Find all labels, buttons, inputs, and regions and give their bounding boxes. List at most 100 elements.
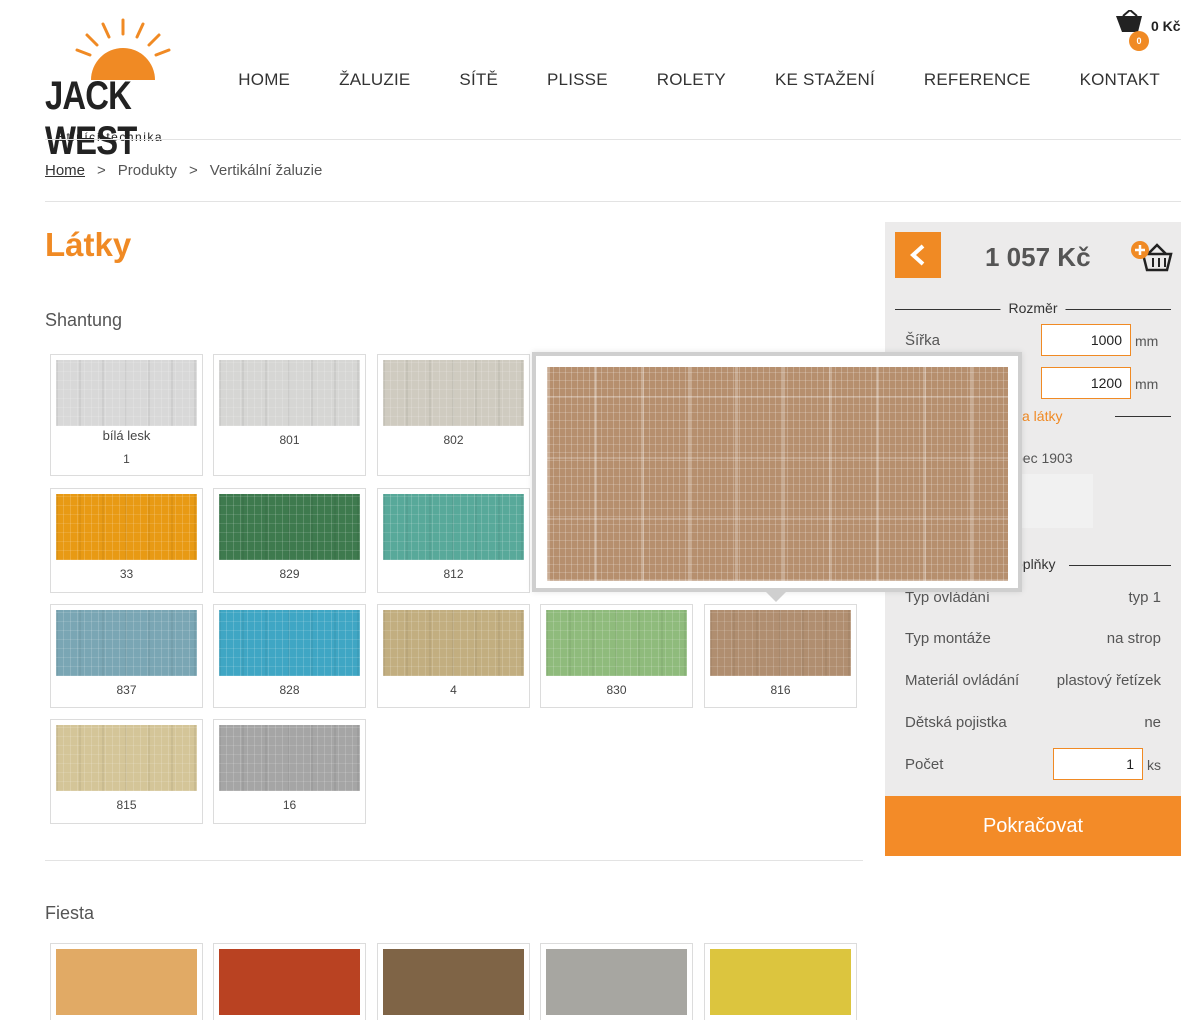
fabric-swatch-code: 837: [116, 683, 137, 697]
fabric-section-label: va látky: [1015, 408, 1063, 424]
fabric-swatch-name: bílá lesk: [102, 428, 151, 443]
nav-kontakt[interactable]: KONTAKT: [1080, 70, 1160, 90]
fabric-swatch[interactable]: [540, 943, 693, 1020]
fabric-swatch-image: [219, 494, 360, 560]
sun-icon: [75, 18, 171, 80]
header-cart[interactable]: 0 0 Kč: [1114, 10, 1184, 51]
selected-fabric-name: pec 1903: [1015, 450, 1073, 466]
unit-mm: mm: [1135, 333, 1159, 349]
breadcrumb: Home > Produkty > Vertikální žaluzie: [45, 162, 334, 179]
cart-total: 0 Kč: [1151, 18, 1181, 34]
fabric-swatch-image: [56, 494, 197, 560]
nav-site[interactable]: SÍTĚ: [459, 70, 498, 90]
section-divider-latka: [1115, 416, 1171, 417]
add-to-cart-icon[interactable]: [1131, 240, 1173, 274]
unit-mm: mm: [1135, 376, 1159, 392]
fabric-swatch[interactable]: [50, 943, 203, 1020]
detska-pojistka-value[interactable]: ne: [1144, 714, 1161, 731]
typ-montaze-label: Typ montáže: [905, 630, 991, 647]
typ-montaze-value[interactable]: na strop: [1107, 630, 1161, 647]
price: 1 057 Kč: [985, 242, 1091, 272]
fabric-swatch[interactable]: [377, 943, 530, 1020]
fabric-swatch[interactable]: [213, 943, 366, 1020]
continue-button[interactable]: Pokračovat: [885, 796, 1181, 856]
material-ovladani-value[interactable]: plastový řetízek: [1057, 672, 1161, 689]
logo-subtitle: Stínící technika: [57, 130, 164, 144]
nav-ke-stazeni[interactable]: KE STAŽENÍ: [775, 70, 875, 90]
fabric-swatch-code: 812: [443, 567, 464, 581]
fabric-swatch[interactable]: 812: [377, 488, 530, 593]
fabric-swatch[interactable]: 801: [213, 354, 366, 476]
fabric-swatch-code: 828: [279, 683, 300, 697]
sirka-input[interactable]: [1041, 324, 1131, 356]
fabric-swatch-image: [546, 949, 687, 1015]
fabric-swatch-image: [56, 610, 197, 676]
fabric-swatch-image: [546, 610, 687, 676]
page-title: Látky: [45, 226, 132, 263]
swatch-zoom-popup: [532, 352, 1022, 592]
fabric-swatch[interactable]: 815: [50, 719, 203, 824]
fabric-swatch-image: [56, 949, 197, 1015]
breadcrumb-produkty[interactable]: Produkty: [118, 162, 177, 179]
section-divider-rozmer: Rozměr: [895, 300, 1171, 316]
fabric-swatch-image: [219, 725, 360, 791]
sirka-label: Šířka: [905, 332, 941, 349]
fabric-swatch[interactable]: 837: [50, 604, 203, 708]
detska-pojistka-label: Dětská pojistka: [905, 714, 1007, 731]
fabric-swatch[interactable]: 33: [50, 488, 203, 593]
fabric-swatch[interactable]: 4: [377, 604, 530, 708]
nav-rolety[interactable]: ROLETY: [657, 70, 726, 90]
fabric-swatch-image: [219, 949, 360, 1015]
swatch-zoom-image: [547, 367, 1008, 581]
fabric-swatch[interactable]: 828: [213, 604, 366, 708]
fabric-swatch-image: [219, 360, 360, 426]
nav-zaluzie[interactable]: ŽALUZIE: [339, 70, 410, 90]
fabric-swatch-image: [383, 360, 524, 426]
back-button[interactable]: [895, 232, 941, 278]
selected-fabric-thumbnail[interactable]: [1015, 474, 1093, 528]
fabric-swatch[interactable]: bílá lesk 1: [50, 354, 203, 476]
fabric-swatch-image: [56, 360, 197, 426]
breadcrumb-home[interactable]: Home: [45, 162, 85, 179]
cart-count-badge: 0: [1129, 31, 1149, 51]
section-divider-doplnky: [1069, 565, 1171, 566]
main-nav: HOME ŽALUZIE SÍTĚ PLISSE ROLETY KE STAŽE…: [238, 70, 1160, 90]
fabric-swatch-code: 1: [123, 452, 130, 466]
chevron-left-icon: [910, 244, 925, 266]
fabric-swatch-code: 802: [443, 433, 464, 447]
pocet-label: Počet: [905, 756, 944, 773]
nav-home[interactable]: HOME: [238, 70, 290, 90]
section-title-shantung: Shantung: [45, 310, 123, 330]
fabric-swatch-image: [710, 949, 851, 1015]
divider: [45, 201, 1181, 202]
fabric-swatch[interactable]: 829: [213, 488, 366, 593]
breadcrumb-separator: >: [188, 162, 198, 179]
typ-ovladani-value[interactable]: typ 1: [1128, 589, 1161, 606]
vyska-input[interactable]: [1041, 367, 1131, 399]
fabric-swatch-image: [383, 949, 524, 1015]
section-title-fiesta: Fiesta: [45, 903, 95, 923]
nav-plisse[interactable]: PLISSE: [547, 70, 608, 90]
section-label-rozmer: Rozměr: [1000, 300, 1066, 316]
fabric-swatch[interactable]: 830: [540, 604, 693, 708]
fabric-swatch-code: 4: [450, 683, 457, 697]
pocet-input[interactable]: [1053, 748, 1143, 780]
brand-logo[interactable]: JACK WEST Stínící technika: [45, 18, 185, 163]
fabric-swatch-code: 830: [606, 683, 627, 697]
fabric-swatch[interactable]: 802: [377, 354, 530, 476]
fabric-swatch-code: 33: [119, 567, 134, 581]
nav-reference[interactable]: REFERENCE: [924, 70, 1031, 90]
fabric-swatch-image: [56, 725, 197, 791]
breadcrumb-current: Vertikální žaluzie: [209, 162, 323, 179]
fabric-swatch[interactable]: 16: [213, 719, 366, 824]
popup-arrow: [764, 590, 788, 602]
fabric-swatch[interactable]: 816: [704, 604, 857, 708]
fabric-swatch-image: [383, 610, 524, 676]
fabric-swatch-code: 829: [279, 567, 300, 581]
fabric-swatch[interactable]: [704, 943, 857, 1020]
fabric-swatch-code: 801: [279, 433, 300, 447]
material-ovladani-label: Materiál ovládání: [905, 672, 1020, 689]
unit-ks: ks: [1147, 757, 1161, 773]
fabric-swatch-image: [710, 610, 851, 676]
logo-title: JACK WEST: [45, 74, 137, 163]
